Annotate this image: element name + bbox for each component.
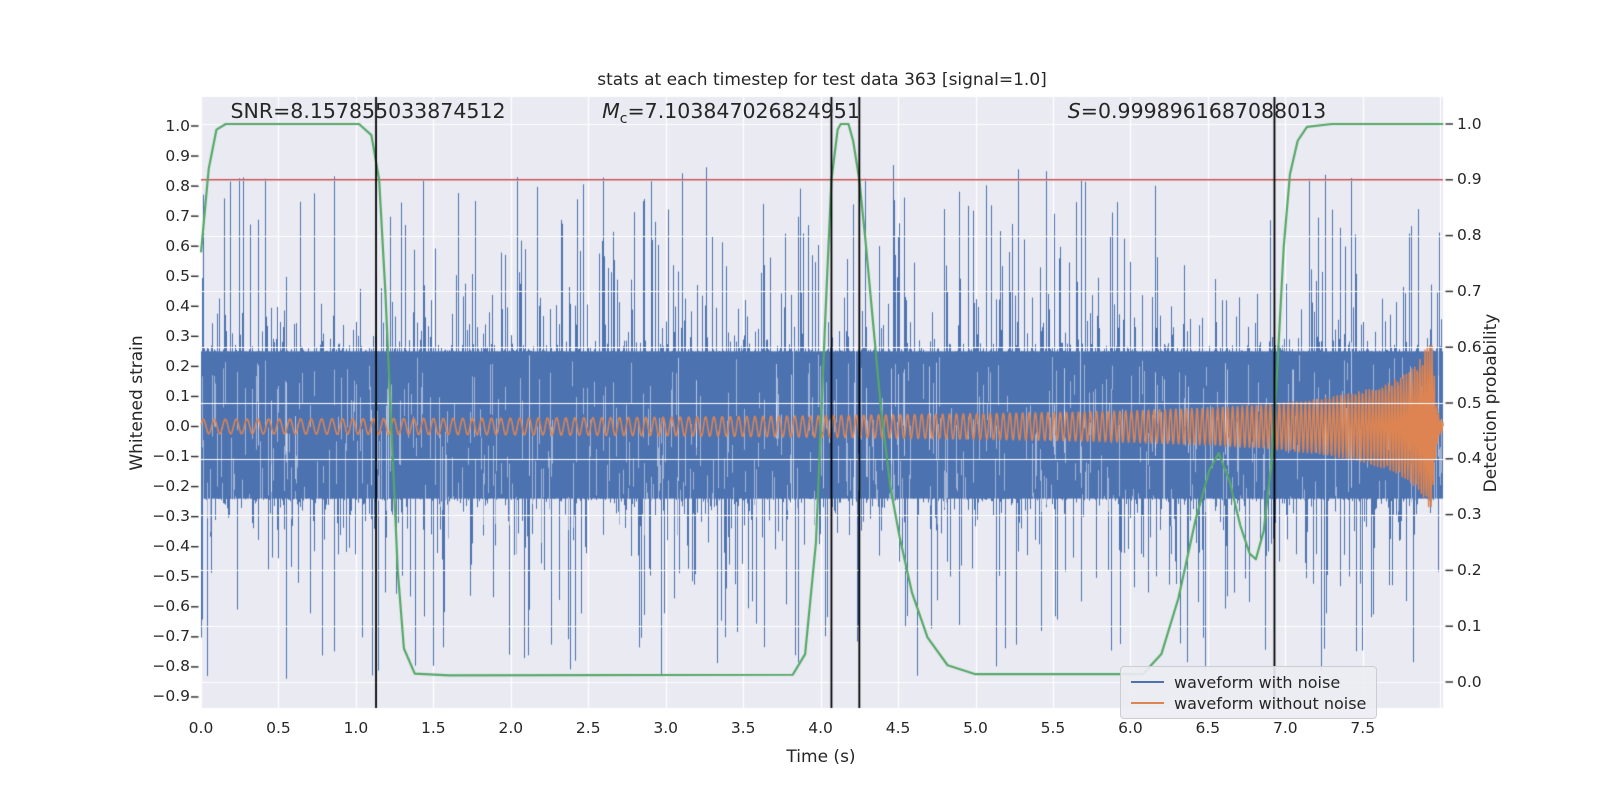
annotation-snr-text: SNR=8.157855033874512 [230, 99, 506, 123]
x-tick-label: 7.5 [1350, 719, 1376, 737]
y-right-tick-label: 0.3 [1457, 505, 1482, 524]
x-tick-label: 0.0 [188, 719, 214, 737]
y-left-tick-label: −0.6 [152, 597, 190, 616]
x-tick-label: 1.0 [343, 719, 369, 737]
legend-item: waveform without noise [1131, 693, 1366, 713]
annotation-chirp-mass: Mc=7.103847026824951 [602, 99, 860, 127]
annotation-chirp-mass-value: =7.103847026824951 [627, 99, 860, 123]
y-right-tick-label: 0.2 [1457, 560, 1482, 579]
y-left-tick-label: 0.4 [165, 296, 190, 315]
x-tick-label: 6.5 [1195, 719, 1221, 737]
x-tick-label: 4.5 [885, 719, 911, 737]
y-right-tick-label: 1.0 [1457, 114, 1482, 133]
legend-item: waveform with noise [1131, 672, 1366, 692]
legend-line-sample [1131, 702, 1164, 704]
x-tick-label: 1.5 [421, 719, 446, 737]
y-right-tick-label: 0.0 [1457, 672, 1482, 691]
annotation-signal-prob: S=0.9998961687088013 [1068, 99, 1326, 123]
y-left-tick-label: −0.7 [152, 627, 190, 646]
y-right-tick-label: 0.9 [1457, 170, 1482, 189]
x-tick-label: 0.5 [266, 719, 291, 737]
y-left-tick-label: 0.6 [165, 236, 190, 255]
annotation-signal-value: =0.9998961687088013 [1080, 99, 1327, 123]
y-right-tick-label: 0.5 [1457, 393, 1482, 412]
x-tick-label: 5.0 [963, 719, 988, 737]
annotation-signal-var: S [1067, 99, 1081, 123]
annotation-chirp-mass-var: M [602, 99, 620, 123]
y-right-tick-label: 0.7 [1457, 281, 1482, 300]
legend-item-label: waveform with noise [1174, 672, 1341, 692]
x-tick-label: 3.5 [730, 719, 756, 737]
figure-title: stats at each timestep for test data 363… [597, 70, 1047, 90]
x-tick-label: 5.5 [1040, 719, 1066, 737]
y-right-tick-label: 0.4 [1457, 449, 1482, 468]
x-axis-label: Time (s) [786, 747, 856, 767]
legend-line-sample [1131, 681, 1164, 683]
y-left-tick-label: −0.8 [152, 657, 190, 676]
y-right-tick-label: 0.8 [1457, 226, 1482, 245]
y-axis-left-label: Whitened strain [127, 335, 147, 471]
y-left-tick-label: −0.4 [152, 537, 190, 556]
y-axis-right-label: Detection probability [1481, 313, 1501, 493]
y-left-tick-label: −0.3 [152, 507, 190, 526]
x-tick-label: 2.0 [498, 719, 524, 737]
annotation-snr: SNR=8.157855033874512 [231, 99, 506, 123]
y-left-tick-label: 0.7 [165, 206, 190, 225]
y-right-tick-label: 0.6 [1457, 337, 1482, 356]
legend: waveform with noise waveform without nois… [1120, 666, 1378, 719]
y-left-tick-label: −0.9 [152, 687, 190, 706]
x-tick-label: 7.0 [1272, 719, 1298, 737]
x-tick-label: 4.0 [808, 719, 833, 737]
y-left-tick-label: −0.2 [152, 477, 190, 496]
y-left-tick-label: 0.5 [165, 266, 190, 285]
y-left-tick-label: −0.5 [152, 567, 190, 586]
x-tick-label: 6.0 [1118, 719, 1143, 737]
y-left-tick-label: 0.9 [165, 146, 190, 165]
y-left-tick-label: 0.8 [165, 176, 190, 195]
x-tick-label: 3.0 [653, 719, 679, 737]
y-left-tick-label: 1.0 [165, 116, 190, 135]
x-tick-label: 2.5 [575, 719, 601, 737]
legend-item-label: waveform without noise [1174, 693, 1367, 713]
figure: stats at each timestep for test data 363… [0, 0, 1600, 800]
y-right-tick-label: 0.1 [1457, 616, 1482, 635]
